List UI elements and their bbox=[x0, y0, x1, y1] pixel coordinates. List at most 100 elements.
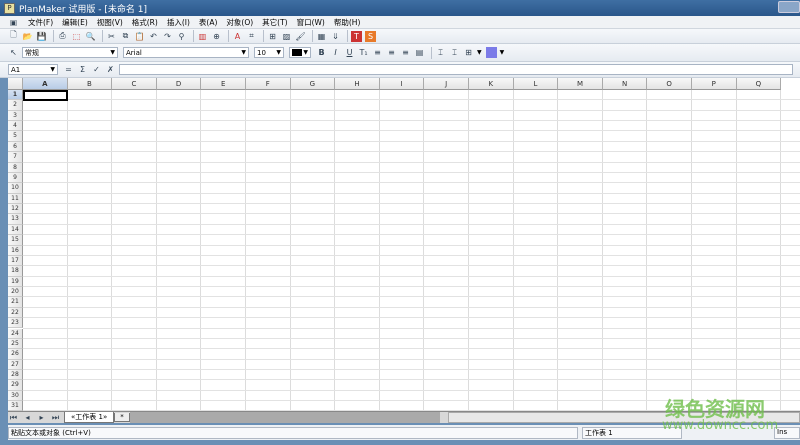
next-sheet-icon[interactable]: ▸ bbox=[36, 412, 47, 423]
row-header[interactable]: 22 bbox=[8, 307, 23, 319]
merge-icon[interactable]: ⌶ bbox=[435, 47, 446, 58]
row-header[interactable]: 3 bbox=[8, 110, 23, 122]
doc-icon[interactable]: ▣ bbox=[8, 17, 19, 28]
justify-icon[interactable]: ▤ bbox=[414, 47, 425, 58]
text-color-select[interactable]: ▼ bbox=[289, 47, 311, 58]
row-header[interactable]: 17 bbox=[8, 255, 23, 267]
column-header-K[interactable]: K bbox=[469, 78, 514, 90]
row-header[interactable]: 1 bbox=[8, 90, 23, 101]
cell-reference[interactable]: A1 ▼ bbox=[8, 64, 58, 75]
column-header-Q[interactable]: Q bbox=[736, 78, 782, 90]
row-header[interactable]: 19 bbox=[8, 276, 23, 288]
border-icon[interactable]: ⊞ bbox=[463, 47, 474, 58]
column-header-B[interactable]: B bbox=[67, 78, 113, 90]
wrap-icon[interactable]: ⌶ bbox=[449, 47, 460, 58]
column-header-A[interactable]: A bbox=[23, 78, 68, 90]
save-icon[interactable]: 💾 bbox=[36, 31, 47, 42]
select-icon[interactable]: ↖ bbox=[8, 47, 19, 58]
superscript-icon[interactable]: T₁ bbox=[358, 47, 369, 58]
row-header[interactable]: 23 bbox=[8, 318, 23, 329]
menu-item[interactable]: 格式(R) bbox=[132, 17, 158, 28]
add-sheet-tab[interactable]: * bbox=[114, 413, 130, 422]
equals-icon[interactable]: = bbox=[63, 64, 74, 75]
row-header[interactable]: 8 bbox=[8, 162, 23, 173]
print-icon[interactable]: ⎙ bbox=[57, 31, 68, 42]
brush-icon[interactable]: 🖌 bbox=[295, 31, 306, 42]
row-header[interactable]: 26 bbox=[8, 349, 23, 360]
row-header[interactable]: 27 bbox=[8, 359, 23, 370]
menu-item[interactable]: 视图(V) bbox=[97, 17, 123, 28]
style-select[interactable]: 常规 ▼ bbox=[22, 47, 118, 58]
bold-icon[interactable]: B bbox=[316, 47, 327, 58]
minimize-button[interactable] bbox=[778, 1, 800, 13]
active-cell[interactable] bbox=[23, 90, 68, 101]
last-sheet-icon[interactable]: ⏭ bbox=[50, 412, 61, 423]
row-header[interactable]: 29 bbox=[8, 380, 23, 391]
formula-input[interactable] bbox=[119, 64, 793, 75]
sum-icon[interactable]: Σ bbox=[77, 64, 88, 75]
row-header[interactable]: 2 bbox=[8, 100, 23, 111]
menu-item[interactable]: 帮助(H) bbox=[334, 17, 361, 28]
freeze-icon[interactable]: ▦ bbox=[316, 31, 327, 42]
column-header-O[interactable]: O bbox=[647, 78, 692, 90]
row-header[interactable]: 20 bbox=[8, 287, 23, 298]
align-center-icon[interactable]: ≡ bbox=[386, 47, 397, 58]
row-header[interactable]: 18 bbox=[8, 266, 23, 277]
zoom-icon[interactable]: ⊕ bbox=[211, 31, 222, 42]
select-all-corner[interactable] bbox=[8, 78, 23, 90]
first-sheet-icon[interactable]: ⏮ bbox=[8, 412, 19, 423]
grid-icon[interactable]: ⊞ bbox=[267, 31, 278, 42]
row-header[interactable]: 13 bbox=[8, 214, 23, 225]
row-header[interactable]: 25 bbox=[8, 338, 23, 350]
row-header[interactable]: 12 bbox=[8, 204, 23, 215]
column-header-P[interactable]: P bbox=[692, 78, 737, 90]
crop-icon[interactable]: ⌗ bbox=[246, 31, 257, 42]
column-header-G[interactable]: G bbox=[290, 78, 336, 90]
column-header-D[interactable]: D bbox=[156, 78, 202, 90]
row-header[interactable]: 16 bbox=[8, 245, 23, 256]
prev-sheet-icon[interactable]: ◂ bbox=[22, 412, 33, 423]
menu-item[interactable]: 表(A) bbox=[199, 17, 217, 28]
column-header-F[interactable]: F bbox=[246, 78, 291, 90]
row-header[interactable]: 5 bbox=[8, 131, 23, 142]
column-header-L[interactable]: L bbox=[513, 78, 559, 90]
font-select[interactable]: Arial ▼ bbox=[123, 47, 249, 58]
row-header[interactable]: 28 bbox=[8, 369, 23, 381]
undo-icon[interactable]: ↶ bbox=[148, 31, 159, 42]
row-header[interactable]: 21 bbox=[8, 297, 23, 308]
open-icon[interactable]: 📂 bbox=[22, 31, 33, 42]
align-left-icon[interactable]: ≡ bbox=[372, 47, 383, 58]
row-header[interactable]: 6 bbox=[8, 141, 23, 153]
row-header[interactable]: 9 bbox=[8, 172, 23, 184]
column-header-M[interactable]: M bbox=[558, 78, 603, 90]
presentations-icon[interactable]: S bbox=[365, 30, 376, 42]
menu-item[interactable]: 对象(O) bbox=[226, 17, 253, 28]
menu-item[interactable]: 编辑(E) bbox=[62, 17, 88, 28]
pdf-icon[interactable]: ⬚ bbox=[71, 31, 82, 42]
textmaker-icon[interactable]: T bbox=[351, 30, 362, 42]
chart-icon[interactable]: ▥ bbox=[197, 31, 208, 42]
row-header[interactable]: 4 bbox=[8, 121, 23, 132]
size-select[interactable]: 10 ▼ bbox=[254, 47, 284, 58]
align-right-icon[interactable]: ≡ bbox=[400, 47, 411, 58]
row-header[interactable]: 24 bbox=[8, 328, 23, 339]
fill-down-icon[interactable]: ⇓ bbox=[330, 31, 341, 42]
menu-item[interactable]: 文件(F) bbox=[28, 17, 53, 28]
textframe-icon[interactable]: A bbox=[232, 31, 243, 42]
row-header[interactable]: 15 bbox=[8, 235, 23, 246]
new-icon[interactable]: 🗋 bbox=[8, 30, 19, 42]
menu-item[interactable]: 插入(I) bbox=[167, 17, 190, 28]
column-header-H[interactable]: H bbox=[335, 78, 380, 90]
row-header[interactable]: 31 bbox=[8, 401, 23, 411]
underline-icon[interactable]: U bbox=[344, 47, 355, 58]
row-header[interactable]: 7 bbox=[8, 152, 23, 163]
column-header-C[interactable]: C bbox=[112, 78, 157, 90]
column-header-E[interactable]: E bbox=[201, 78, 246, 90]
find-icon[interactable]: ⚲ bbox=[176, 31, 187, 42]
copy-icon[interactable]: ⧉ bbox=[120, 31, 131, 42]
row-header[interactable]: 11 bbox=[8, 193, 23, 205]
italic-icon[interactable]: I bbox=[330, 47, 341, 58]
accept-icon[interactable]: ✓ bbox=[91, 64, 102, 75]
preview-icon[interactable]: 🔍 bbox=[85, 31, 96, 42]
column-header-J[interactable]: J bbox=[424, 78, 469, 90]
